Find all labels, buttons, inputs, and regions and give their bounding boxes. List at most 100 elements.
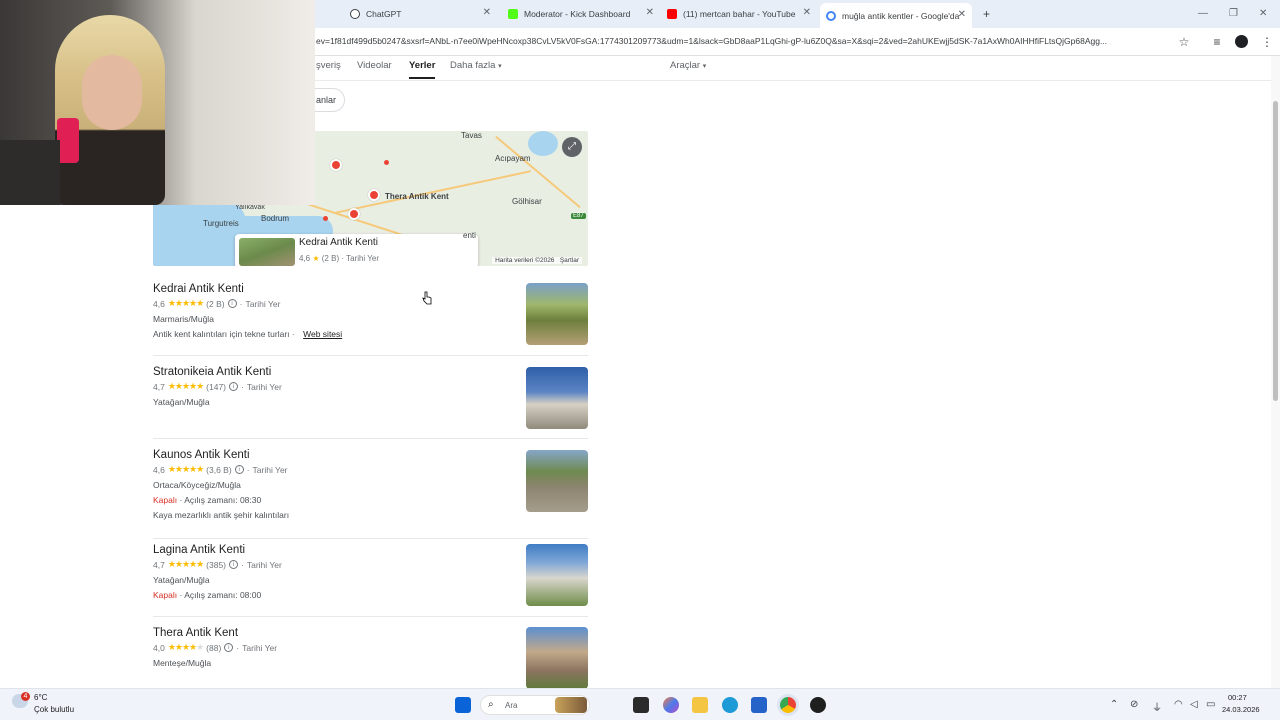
taskbar-search-box[interactable]: ⌕ Ara	[480, 695, 590, 715]
notification-badge: 4	[21, 692, 30, 701]
map-pin-icon[interactable]	[330, 159, 342, 171]
result-thumbnail[interactable]	[526, 367, 588, 429]
map-city-label: Acıpayam	[495, 154, 531, 163]
result-name[interactable]: Kaunos Antik Kenti	[153, 449, 588, 461]
store-icon[interactable]	[751, 697, 767, 713]
website-link[interactable]: Web sitesi	[303, 329, 342, 339]
close-tab-icon[interactable]: ✕	[483, 7, 491, 18]
result-item[interactable]: Thera Antik Kent 4,0 ★★★★★ (88) i · Tarih…	[153, 627, 588, 689]
close-tab-icon[interactable]: ✕	[958, 9, 966, 20]
map-place-card[interactable]: Kedrai Antik Kenti 4,6 ★ (2 B) · Tarihi …	[235, 231, 478, 266]
result-item[interactable]: Lagina Antik Kenti 4,7 ★★★★★ (385) i · Ta…	[153, 544, 588, 617]
info-icon[interactable]: i	[224, 643, 234, 652]
result-name[interactable]: Lagina Antik Kenti	[153, 544, 588, 556]
map-card-type: Tarihi Yer	[346, 254, 379, 263]
result-type: Tarihi Yer	[252, 464, 288, 475]
clock-time[interactable]: 00:27	[1228, 693, 1247, 702]
map-pin-icon[interactable]	[348, 208, 360, 220]
tab-label: muğla antik kentler - Google'da	[842, 10, 960, 21]
map-pin-icon[interactable]	[368, 189, 380, 201]
file-explorer-icon[interactable]	[692, 697, 708, 713]
tab-kick[interactable]: Moderator - Kick Dashboard ✕	[508, 4, 656, 24]
result-name[interactable]: Thera Antik Kent	[153, 627, 588, 639]
hand-cursor-icon	[422, 291, 432, 305]
tray-network-icon[interactable]: ⊘	[1130, 699, 1138, 710]
info-icon[interactable]: i	[227, 299, 237, 308]
result-thumbnail[interactable]	[526, 283, 588, 345]
close-window-icon[interactable]: ✕	[1259, 8, 1267, 19]
result-rating: 4,6	[153, 464, 165, 475]
tray-volume-icon[interactable]: ◁	[1190, 699, 1198, 710]
result-name[interactable]: Kedrai Antik Kenti	[153, 283, 588, 295]
kick-icon	[508, 9, 518, 19]
nav-places[interactable]: Yerler	[409, 60, 436, 79]
info-icon[interactable]: i	[229, 382, 239, 391]
result-rating: 4,0	[153, 642, 165, 653]
result-rating: 4,6	[153, 298, 165, 309]
nav-videos[interactable]: Videolar	[357, 60, 392, 71]
tray-mic-icon[interactable]: ⏚	[1152, 699, 1162, 714]
close-tab-icon[interactable]: ✕	[646, 7, 654, 18]
info-icon[interactable]: i	[229, 560, 239, 569]
expand-map-icon[interactable]: ⤢	[562, 137, 582, 157]
edge-icon[interactable]	[722, 697, 738, 713]
task-view-icon[interactable]	[633, 697, 649, 713]
road-badge: E87	[571, 213, 586, 219]
closed-status: Kapalı	[153, 590, 178, 600]
tab-youtube[interactable]: (11) mertcan bahar - YouTube ✕	[667, 4, 813, 24]
weather-desc[interactable]: Çok bulutlu	[34, 705, 74, 714]
result-location: Yatağan/Muğla	[153, 397, 210, 407]
result-item[interactable]: Kaunos Antik Kenti 4,6 ★★★★★ (3,6 B) i ·…	[153, 449, 588, 539]
nav-shopping[interactable]: şveriş	[316, 60, 341, 71]
star-rating-icon: ★★★★★	[167, 559, 204, 569]
tab-label: (11) mertcan bahar - YouTube	[683, 9, 796, 19]
result-item[interactable]: Kedrai Antik Kenti 4,6 ★★★★★ (2 B) i · Ta…	[153, 283, 588, 356]
media-control-icon[interactable]: ≡	[1209, 34, 1225, 50]
star-rating-icon: ★★★★★	[167, 642, 204, 652]
nav-tools[interactable]: Araçlar ▾	[670, 60, 706, 71]
info-icon[interactable]: i	[234, 465, 244, 474]
result-thumbnail[interactable]	[526, 450, 588, 512]
result-reviews: (88)	[206, 642, 222, 653]
taskbar-search-placeholder: Ara	[505, 701, 518, 710]
tray-wifi-icon[interactable]: ◠	[1174, 699, 1183, 710]
result-rating: 4,7	[153, 559, 165, 570]
result-description: Kaya mezarlıklı antik şehir kalıntıları	[153, 510, 290, 520]
weather-temp[interactable]: 6°C	[34, 693, 47, 702]
tab-chatgpt[interactable]: ChatGPT ✕	[350, 4, 505, 24]
result-location: Menteşe/Muğla	[153, 658, 212, 668]
close-tab-icon[interactable]: ✕	[803, 7, 811, 18]
map-card-name: Kedrai Antik Kenti	[299, 237, 378, 248]
result-hours: Kapalı · Açılış zamanı: 08:30	[153, 495, 588, 505]
result-item[interactable]: Stratonikeia Antik Kenti 4,7 ★★★★★ (147)…	[153, 366, 588, 439]
page-scrollbar[interactable]	[1271, 56, 1280, 688]
menu-kebab-icon[interactable]: ⋮	[1259, 34, 1275, 50]
url-field[interactable]: ev=1f81df499d5b0247&sxsrf=ANbL-n7ee0iWpe…	[316, 36, 1172, 46]
app-icon[interactable]	[810, 697, 826, 713]
scrollbar-thumb[interactable]	[1273, 101, 1278, 401]
windows-start-icon[interactable]	[455, 697, 471, 713]
tray-chevron-icon[interactable]: ⌃	[1110, 699, 1118, 710]
result-name[interactable]: Stratonikeia Antik Kenti	[153, 366, 588, 378]
profile-avatar[interactable]	[1233, 34, 1249, 50]
map-dot-icon[interactable]	[384, 160, 389, 165]
map-city-label: Thera Antik Kent	[385, 192, 449, 201]
tray-battery-icon[interactable]: ▭	[1206, 699, 1215, 710]
map-terms-link[interactable]: Şartlar	[560, 257, 579, 264]
chrome-icon[interactable]	[780, 697, 796, 713]
result-thumbnail[interactable]	[526, 627, 588, 689]
minimize-icon[interactable]: —	[1198, 8, 1208, 19]
maximize-icon[interactable]: ❐	[1229, 8, 1238, 19]
result-thumbnail[interactable]	[526, 544, 588, 606]
result-location: Yatağan/Muğla	[153, 575, 210, 585]
result-location: Marmaris/Muğla	[153, 314, 214, 324]
map-dot-icon[interactable]	[323, 216, 328, 221]
clock-date[interactable]: 24.03.2026	[1222, 705, 1260, 714]
place-thumbnail	[239, 238, 295, 266]
map-card-rating: 4,6	[299, 254, 311, 263]
tab-google-search[interactable]: muğla antik kentler - Google'da ✕	[820, 3, 972, 28]
nav-more[interactable]: Daha fazla ▾	[450, 60, 502, 71]
new-tab-button[interactable]: +	[983, 4, 995, 24]
bookmark-star-icon[interactable]: ☆	[1176, 34, 1192, 50]
copilot-icon[interactable]	[663, 697, 679, 713]
